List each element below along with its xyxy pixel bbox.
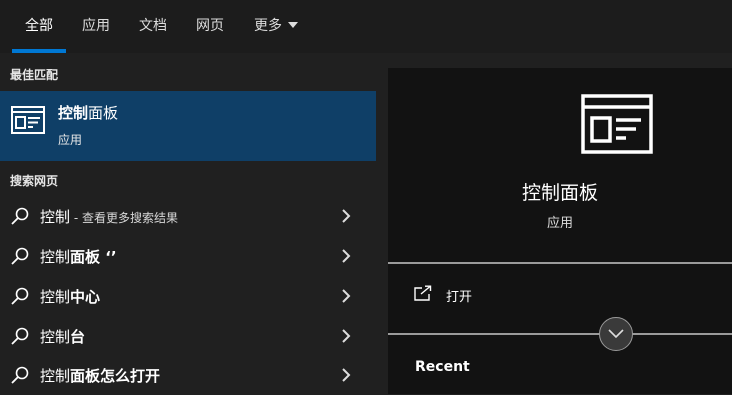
- web-result-row[interactable]: 控制面板 ‘’: [0, 236, 376, 276]
- chevron-right-icon: [342, 329, 351, 343]
- tab-more-label: 更多: [254, 18, 282, 34]
- web-result-suggestion: 台: [70, 328, 86, 346]
- best-match-title-bold: 控制: [58, 104, 89, 122]
- best-match-heading: 最佳匹配: [10, 68, 59, 82]
- web-result-query: 控制: [40, 288, 71, 306]
- best-match-subtitle: 应用: [58, 133, 83, 147]
- expand-button[interactable]: [599, 317, 633, 351]
- web-result-query: 控制: [40, 367, 71, 385]
- open-action[interactable]: 打开: [388, 276, 732, 316]
- search-icon: [11, 247, 29, 265]
- web-search-heading: 搜索网页: [10, 174, 59, 188]
- dropdown-arrow-icon: [288, 22, 298, 28]
- tab-web[interactable]: 网页: [196, 16, 224, 36]
- web-result-hint: - 查看更多搜索结果: [70, 211, 178, 225]
- web-result-text: 控制中心: [40, 286, 100, 307]
- search-icon: [11, 207, 29, 225]
- open-label: 打开: [446, 290, 473, 305]
- chevron-right-icon: [342, 368, 351, 382]
- recent-heading: Recent: [415, 359, 470, 375]
- web-result-row[interactable]: 控制台: [0, 316, 376, 356]
- chevron-right-icon: [342, 289, 351, 303]
- results-panel: 最佳匹配 控制面板 应用 搜索网页 控制 - 查看更多搜索结果 控制面板 ‘’ …: [0, 53, 376, 394]
- best-match-title-rest: 面板: [88, 104, 119, 122]
- web-result-row[interactable]: 控制面板怎么打开: [0, 355, 376, 395]
- preview-title: 控制面板: [521, 182, 598, 204]
- web-result-row[interactable]: 控制中心: [0, 276, 376, 316]
- tab-more[interactable]: 更多: [254, 16, 298, 36]
- best-match-item[interactable]: 控制面板 应用: [0, 91, 376, 161]
- web-result-suggestion: 面板怎么打开: [70, 367, 161, 385]
- best-match-title: 控制面板: [58, 102, 118, 123]
- divider: [388, 262, 732, 264]
- search-tabs: 全部 应用 文档 网页 更多: [0, 0, 732, 53]
- web-result-query: 控制: [40, 328, 71, 346]
- open-icon: [414, 285, 432, 301]
- chevron-right-icon: [342, 249, 351, 263]
- control-panel-icon: [11, 106, 45, 134]
- search-icon: [11, 327, 29, 345]
- preview-panel: 控制面板 应用 打开 Recent: [388, 68, 732, 394]
- tab-documents[interactable]: 文档: [139, 16, 167, 36]
- chevron-right-icon: [342, 209, 351, 223]
- divider: [388, 333, 732, 335]
- search-icon: [11, 366, 29, 384]
- web-result-text: 控制面板 ‘’: [40, 246, 117, 267]
- web-result-text: 控制 - 查看更多搜索结果: [40, 206, 178, 227]
- preview-subtitle: 应用: [546, 216, 573, 231]
- web-result-row[interactable]: 控制 - 查看更多搜索结果: [0, 196, 376, 236]
- chevron-down-icon: [608, 329, 624, 339]
- web-result-text: 控制台: [40, 326, 85, 347]
- web-result-text: 控制面板怎么打开: [40, 365, 160, 386]
- search-icon: [11, 287, 29, 305]
- web-result-suggestion: 中心: [70, 288, 101, 306]
- web-result-query: 控制: [40, 248, 71, 266]
- tab-apps[interactable]: 应用: [82, 16, 110, 36]
- control-panel-icon: [581, 94, 653, 154]
- web-result-query: 控制: [40, 208, 71, 226]
- tab-all[interactable]: 全部: [25, 16, 53, 36]
- web-result-suggestion: 面板 ‘’: [70, 248, 117, 266]
